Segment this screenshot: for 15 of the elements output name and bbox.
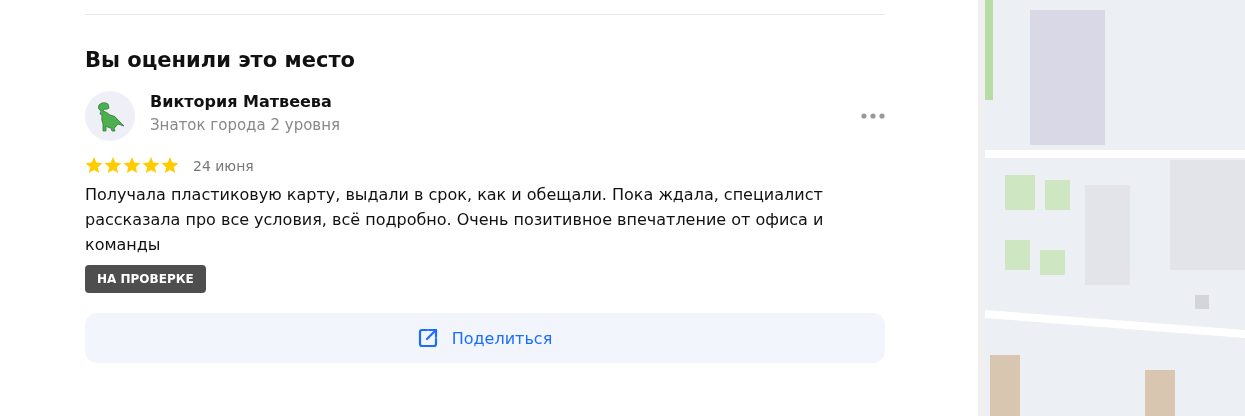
author-name[interactable]: Виктория Матвеева	[150, 90, 340, 114]
star-icon	[161, 157, 179, 174]
section-title: Вы оценили это место	[85, 47, 355, 74]
status-badge: НА ПРОВЕРКЕ	[85, 265, 206, 293]
more-icon[interactable]	[861, 113, 885, 119]
star-icon	[142, 157, 160, 174]
share-icon	[417, 328, 438, 348]
star-icon	[123, 157, 141, 174]
star-icon	[85, 157, 103, 174]
share-button[interactable]: Поделиться	[85, 313, 885, 363]
star-icon	[104, 157, 122, 174]
author-level: Знаток города 2 уровня	[150, 115, 340, 136]
review-date: 24 июня	[193, 157, 254, 174]
review-text: Получала пластиковую карту, выдали в срок, как и обещали. Пока ждала, специалист рассказала про все условия, всё подробно. Очень позитивное впечатление от офиса и команды	[85, 184, 825, 256]
avatar[interactable]	[85, 91, 135, 141]
